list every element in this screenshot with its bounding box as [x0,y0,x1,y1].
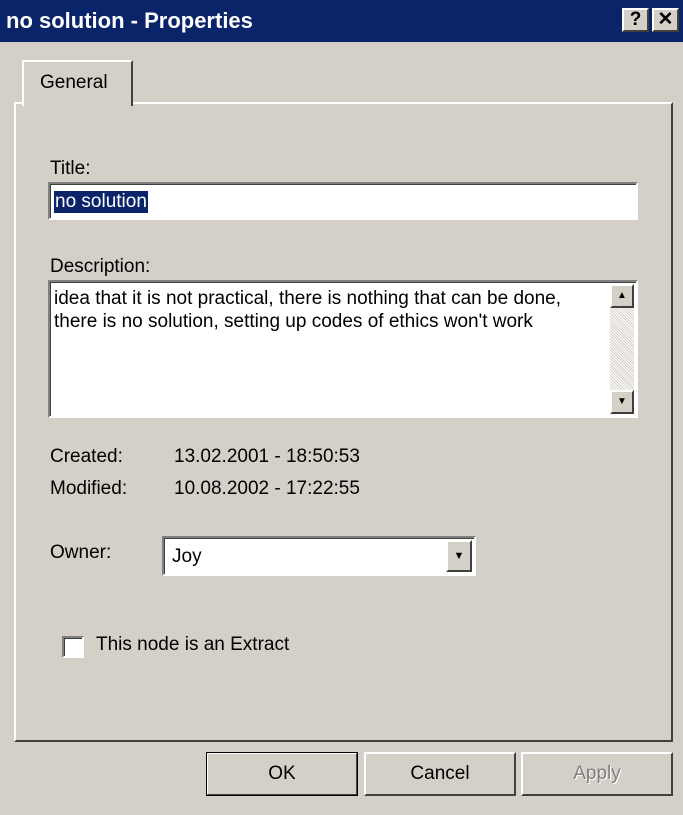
created-label: Created: [50,446,123,467]
title-input[interactable]: no solution [48,182,638,220]
owner-label: Owner: [50,542,112,563]
scroll-down-button[interactable]: ▼ [610,390,634,414]
title-input-value: no solution [54,191,148,213]
owner-select-value: Joy [172,546,202,567]
cancel-button[interactable]: Cancel [364,752,516,796]
title-bar[interactable]: no solution - Properties ? ✕ [0,0,683,42]
description-text: idea that it is not practical, there is … [54,288,561,332]
window-title: no solution - Properties [6,8,253,33]
created-value: 13.02.2001 - 18:50:53 [174,446,360,467]
owner-dropdown-button[interactable]: ▼ [446,540,472,572]
tab-general[interactable]: General [22,60,133,106]
description-label: Description: [50,256,151,277]
arrow-down-icon: ▼ [617,396,627,407]
tab-general-label: General [40,72,108,93]
properties-dialog: no solution - Properties ? ✕ General Tit… [0,0,683,815]
close-button[interactable]: ✕ [652,8,679,32]
title-label: Title: [50,158,91,179]
ok-button[interactable]: OK [206,752,358,796]
extract-checkbox[interactable] [62,636,84,658]
modified-label: Modified: [50,478,128,499]
modified-value: 10.08.2002 - 17:22:55 [174,478,360,499]
description-textarea[interactable]: idea that it is not practical, there is … [48,280,638,418]
arrow-up-icon: ▲ [617,290,627,301]
apply-button[interactable]: Apply [521,752,673,796]
help-icon: ? [629,9,642,30]
help-button[interactable]: ? [622,8,649,32]
scroll-up-button[interactable]: ▲ [610,284,634,308]
description-scrollbar[interactable]: ▲ ▼ [610,284,634,414]
chevron-down-icon: ▼ [453,550,465,562]
close-icon: ✕ [657,9,674,30]
extract-checkbox-label[interactable]: This node is an Extract [96,634,289,656]
owner-select[interactable]: Joy ▼ [162,536,476,576]
